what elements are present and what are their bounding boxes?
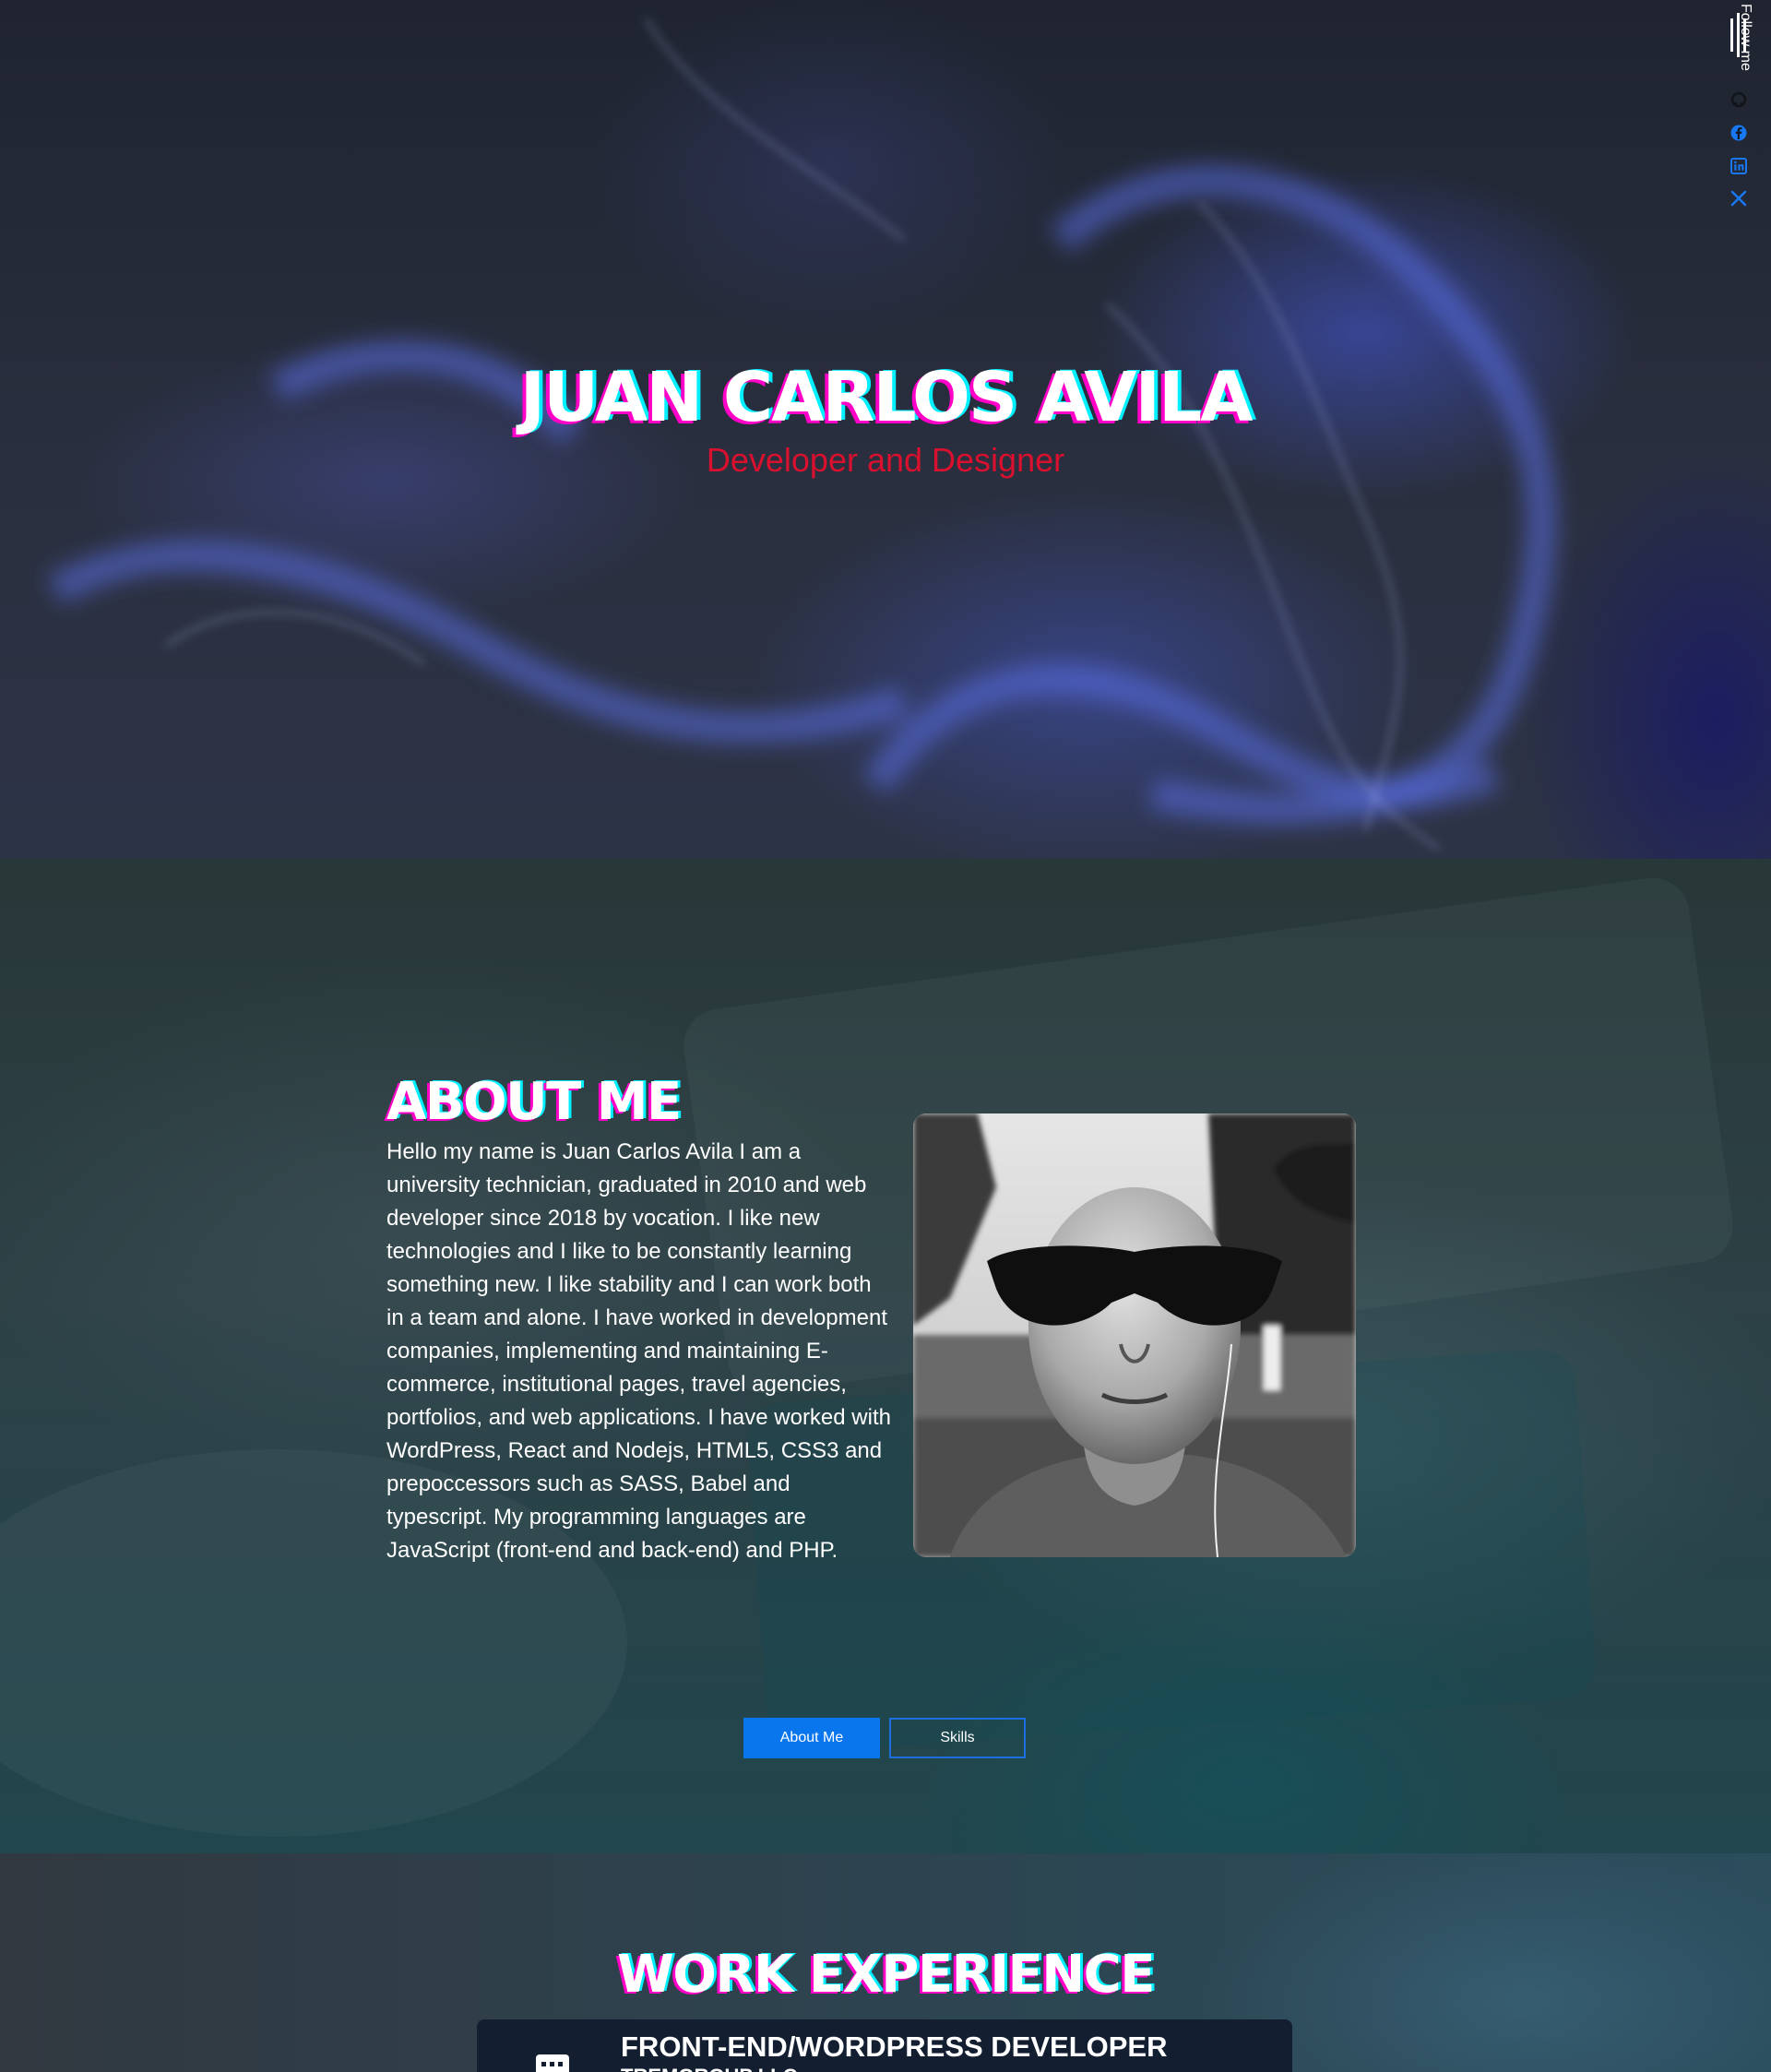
hero-title: JUAN CARLOS AVILA (519, 358, 1254, 437)
job-title: FRONT-END/WORDPRESS DEVELOPER (621, 2030, 1168, 2063)
follow-divider (1737, 13, 1740, 57)
x-icon[interactable] (1729, 189, 1748, 208)
about-title: ABOUT ME (386, 1072, 682, 1132)
about-section: ABOUT ME Hello my name is Juan Carlos Av… (0, 859, 1771, 1853)
about-me-button[interactable]: About Me (743, 1718, 880, 1758)
work-title: WORK EXPERIENCE (616, 1945, 1156, 2005)
hero-subtitle: Developer and Designer (706, 441, 1065, 479)
facebook-icon[interactable] (1729, 124, 1748, 142)
hero-section: JUAN CARLOS AVILA Developer and Designer… (0, 0, 1771, 859)
about-description: Hello my name is Juan Carlos Avila I am … (386, 1139, 891, 1563)
job-company: TREMGROUP LLC (621, 2065, 797, 2072)
linkedin-icon[interactable] (1729, 157, 1748, 175)
github-icon[interactable] (1729, 90, 1748, 109)
skills-button[interactable]: Skills (889, 1718, 1026, 1758)
follow-divider (1730, 18, 1733, 52)
calendar-icon (536, 2054, 569, 2072)
work-section: WORK EXPERIENCE FRONT-END/WORDPRESS DEVE… (0, 1853, 1771, 2072)
social-sidebar: Follow me (1725, 0, 1753, 221)
job-card: FRONT-END/WORDPRESS DEVELOPER TREMGROUP … (477, 2019, 1292, 2072)
profile-photo (913, 1113, 1356, 1557)
follow-divider (1743, 18, 1746, 52)
